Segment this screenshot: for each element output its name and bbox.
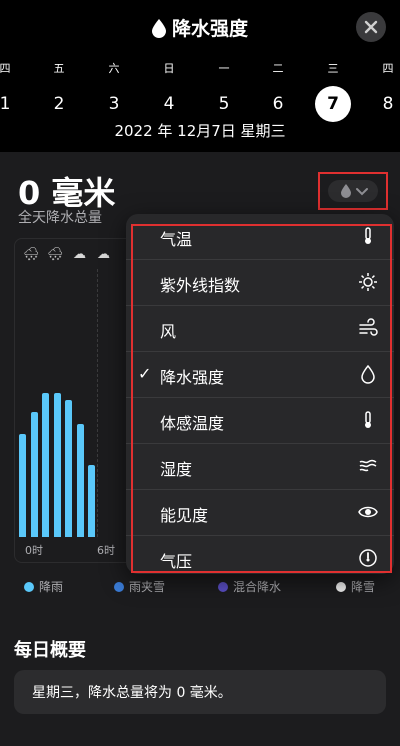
precipitation-bar [30, 412, 38, 537]
day-button[interactable]: 8 [370, 86, 400, 122]
daily-summary-text: 星期三，降水总量将为 0 毫米。 [32, 685, 232, 701]
menu-item-visibility[interactable]: 能见度 [126, 490, 394, 536]
menu-item-label: 风 [160, 322, 177, 341]
legend-item: 雨夹雪 [114, 578, 165, 595]
menu-item-label: 紫外线指数 [160, 276, 241, 295]
sun-icon [359, 273, 377, 291]
gauge-icon [359, 549, 377, 567]
daily-summary-title: 每日概要 [14, 640, 86, 661]
day-button[interactable]: 1 [0, 86, 23, 122]
precipitation-bar [19, 434, 26, 537]
day-button[interactable]: 6 [260, 86, 296, 122]
legend-dot [24, 582, 34, 592]
menu-item-humidity[interactable]: 湿度 [126, 444, 394, 490]
close-button[interactable] [356, 12, 386, 42]
legend-label: 降雨 [39, 580, 64, 594]
menu-item-label: 气温 [160, 230, 193, 249]
date-line: 2022 年 12月7日 星期三 [114, 122, 286, 140]
menu-item-pressure[interactable]: 气压 [126, 536, 394, 574]
day-button[interactable]: 4 [151, 86, 187, 122]
legend-label: 雨夹雪 [129, 580, 166, 594]
drop-icon [361, 364, 375, 384]
menu-item-label: 气压 [160, 552, 193, 571]
cloud-icon: ☁ [97, 247, 110, 262]
menu-item-label: 体感温度 [160, 414, 225, 433]
weekday-label: 日 [163, 62, 175, 75]
x-tick-label: 6时 [97, 544, 115, 557]
legend-label: 降雪 [351, 580, 376, 594]
precipitation-bar [42, 393, 49, 537]
wind-icon [359, 318, 378, 336]
day-button[interactable]: 5 [206, 86, 242, 122]
cloud-icon: ☁ [73, 247, 86, 262]
weekday-label: 六 [108, 62, 120, 75]
x-tick-label: 0时 [25, 544, 43, 557]
legend-item: 混合降水 [218, 578, 281, 595]
chart-gridline [97, 269, 98, 537]
legend-label: 混合降水 [233, 580, 282, 594]
total-precipitation-label: 全天降水总量 [18, 210, 102, 226]
weekday-label: 三 [327, 62, 339, 75]
drop-icon [151, 19, 166, 43]
precipitation-bar [65, 400, 72, 537]
checkmark-icon: ✓ [138, 364, 152, 383]
legend-dot [218, 582, 228, 592]
precipitation-bar [53, 393, 61, 537]
weekday-label: 四 [0, 62, 11, 75]
metric-selector-button[interactable] [318, 172, 388, 210]
menu-item-label: 能见度 [160, 506, 209, 525]
chevron-down-icon [356, 188, 368, 196]
menu-item-label: 湿度 [160, 460, 193, 479]
page-title-text: 降水强度 [171, 18, 248, 40]
day-button[interactable]: 2 [41, 86, 77, 122]
humidity-icon [359, 459, 377, 472]
legend-dot [336, 582, 346, 592]
thermometer-icon [365, 227, 371, 244]
daily-summary-card: 星期三，降水总量将为 0 毫米。 [14, 670, 386, 714]
precipitation-bar [76, 424, 84, 537]
chart-legend: 降雨 雨夹雪 混合降水 降雪 [0, 578, 400, 598]
menu-item-precipitation-intensity[interactable]: ✓ 降水强度 [126, 352, 394, 398]
menu-item-wind[interactable]: 风 [126, 306, 394, 352]
eye-icon [358, 506, 378, 518]
menu-item-feels-like[interactable]: 体感温度 [126, 398, 394, 444]
rain-snow-icon: 🌨 [23, 247, 40, 262]
rain-snow-icon: 🌨 [47, 247, 64, 262]
header: 降水强度 四 五 六 日 一 二 三 四 1 2 3 4 5 6 7 8 202… [0, 0, 400, 152]
weekday-label: 五 [53, 62, 65, 75]
page-title: 降水强度 [0, 14, 400, 43]
menu-item-label: 降水强度 [160, 368, 225, 387]
thermometer-icon [365, 411, 371, 428]
day-button[interactable]: 3 [96, 86, 132, 122]
legend-item: 降雨 [24, 578, 63, 595]
precipitation-bar [88, 465, 95, 537]
legend-item: 降雪 [336, 578, 375, 595]
weekday-label: 四 [382, 62, 394, 75]
metric-menu: 气温 紫外线指数 风 ✓ 降水强度 体感温度 湿度 能见度 气压 [126, 214, 394, 574]
menu-item-uv-index[interactable]: 紫外线指数 [126, 260, 394, 306]
close-icon [364, 20, 378, 34]
weekday-label: 二 [272, 62, 284, 75]
metric-selector-pill [328, 180, 378, 202]
drop-icon [341, 184, 351, 198]
day-button-selected[interactable]: 7 [315, 86, 351, 122]
legend-dot [114, 582, 124, 592]
menu-item-temperature[interactable]: 气温 [126, 214, 394, 260]
weekday-label: 一 [218, 62, 230, 75]
